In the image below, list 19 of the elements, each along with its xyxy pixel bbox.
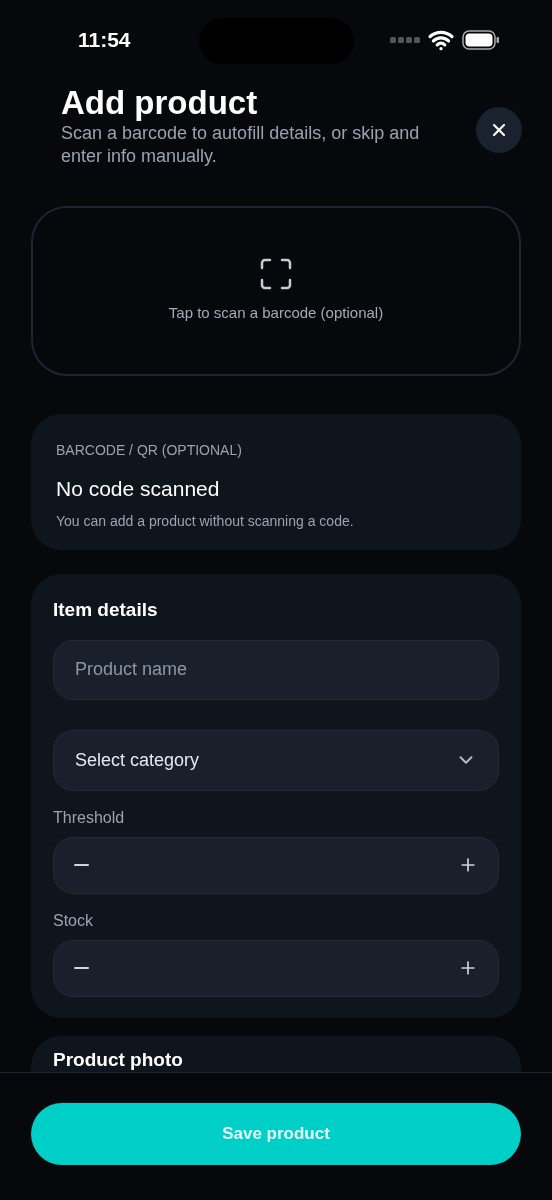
close-button[interactable] [476, 107, 522, 153]
section-title: Item details [53, 598, 159, 622]
status-time: 11:54 [78, 27, 131, 54]
minus-icon [74, 967, 89, 969]
scan-area[interactable]: Tap to scan a barcode (optional) [31, 206, 521, 376]
barcode-value: No code scanned [56, 476, 221, 502]
section-title: Product photo [53, 1047, 184, 1072]
minus-icon [74, 864, 89, 866]
barcode-label: BARCODE / QR (OPTIONAL) [56, 441, 243, 460]
stepper-label: Threshold [53, 807, 126, 828]
battery-icon [462, 30, 500, 50]
scan-icon [260, 257, 292, 290]
stepper-label: Stock [53, 910, 94, 931]
signal-icon [390, 37, 420, 43]
barcode-hint: You can add a product without scanning a code. [56, 511, 355, 531]
page-subtitle: Scan a barcode to autofill details, or skip and enter info manually. [61, 122, 421, 168]
product-name-field[interactable]: Product name [53, 639, 499, 700]
category-select[interactable]: Select category [53, 729, 499, 791]
page-title: Add product [61, 84, 259, 122]
